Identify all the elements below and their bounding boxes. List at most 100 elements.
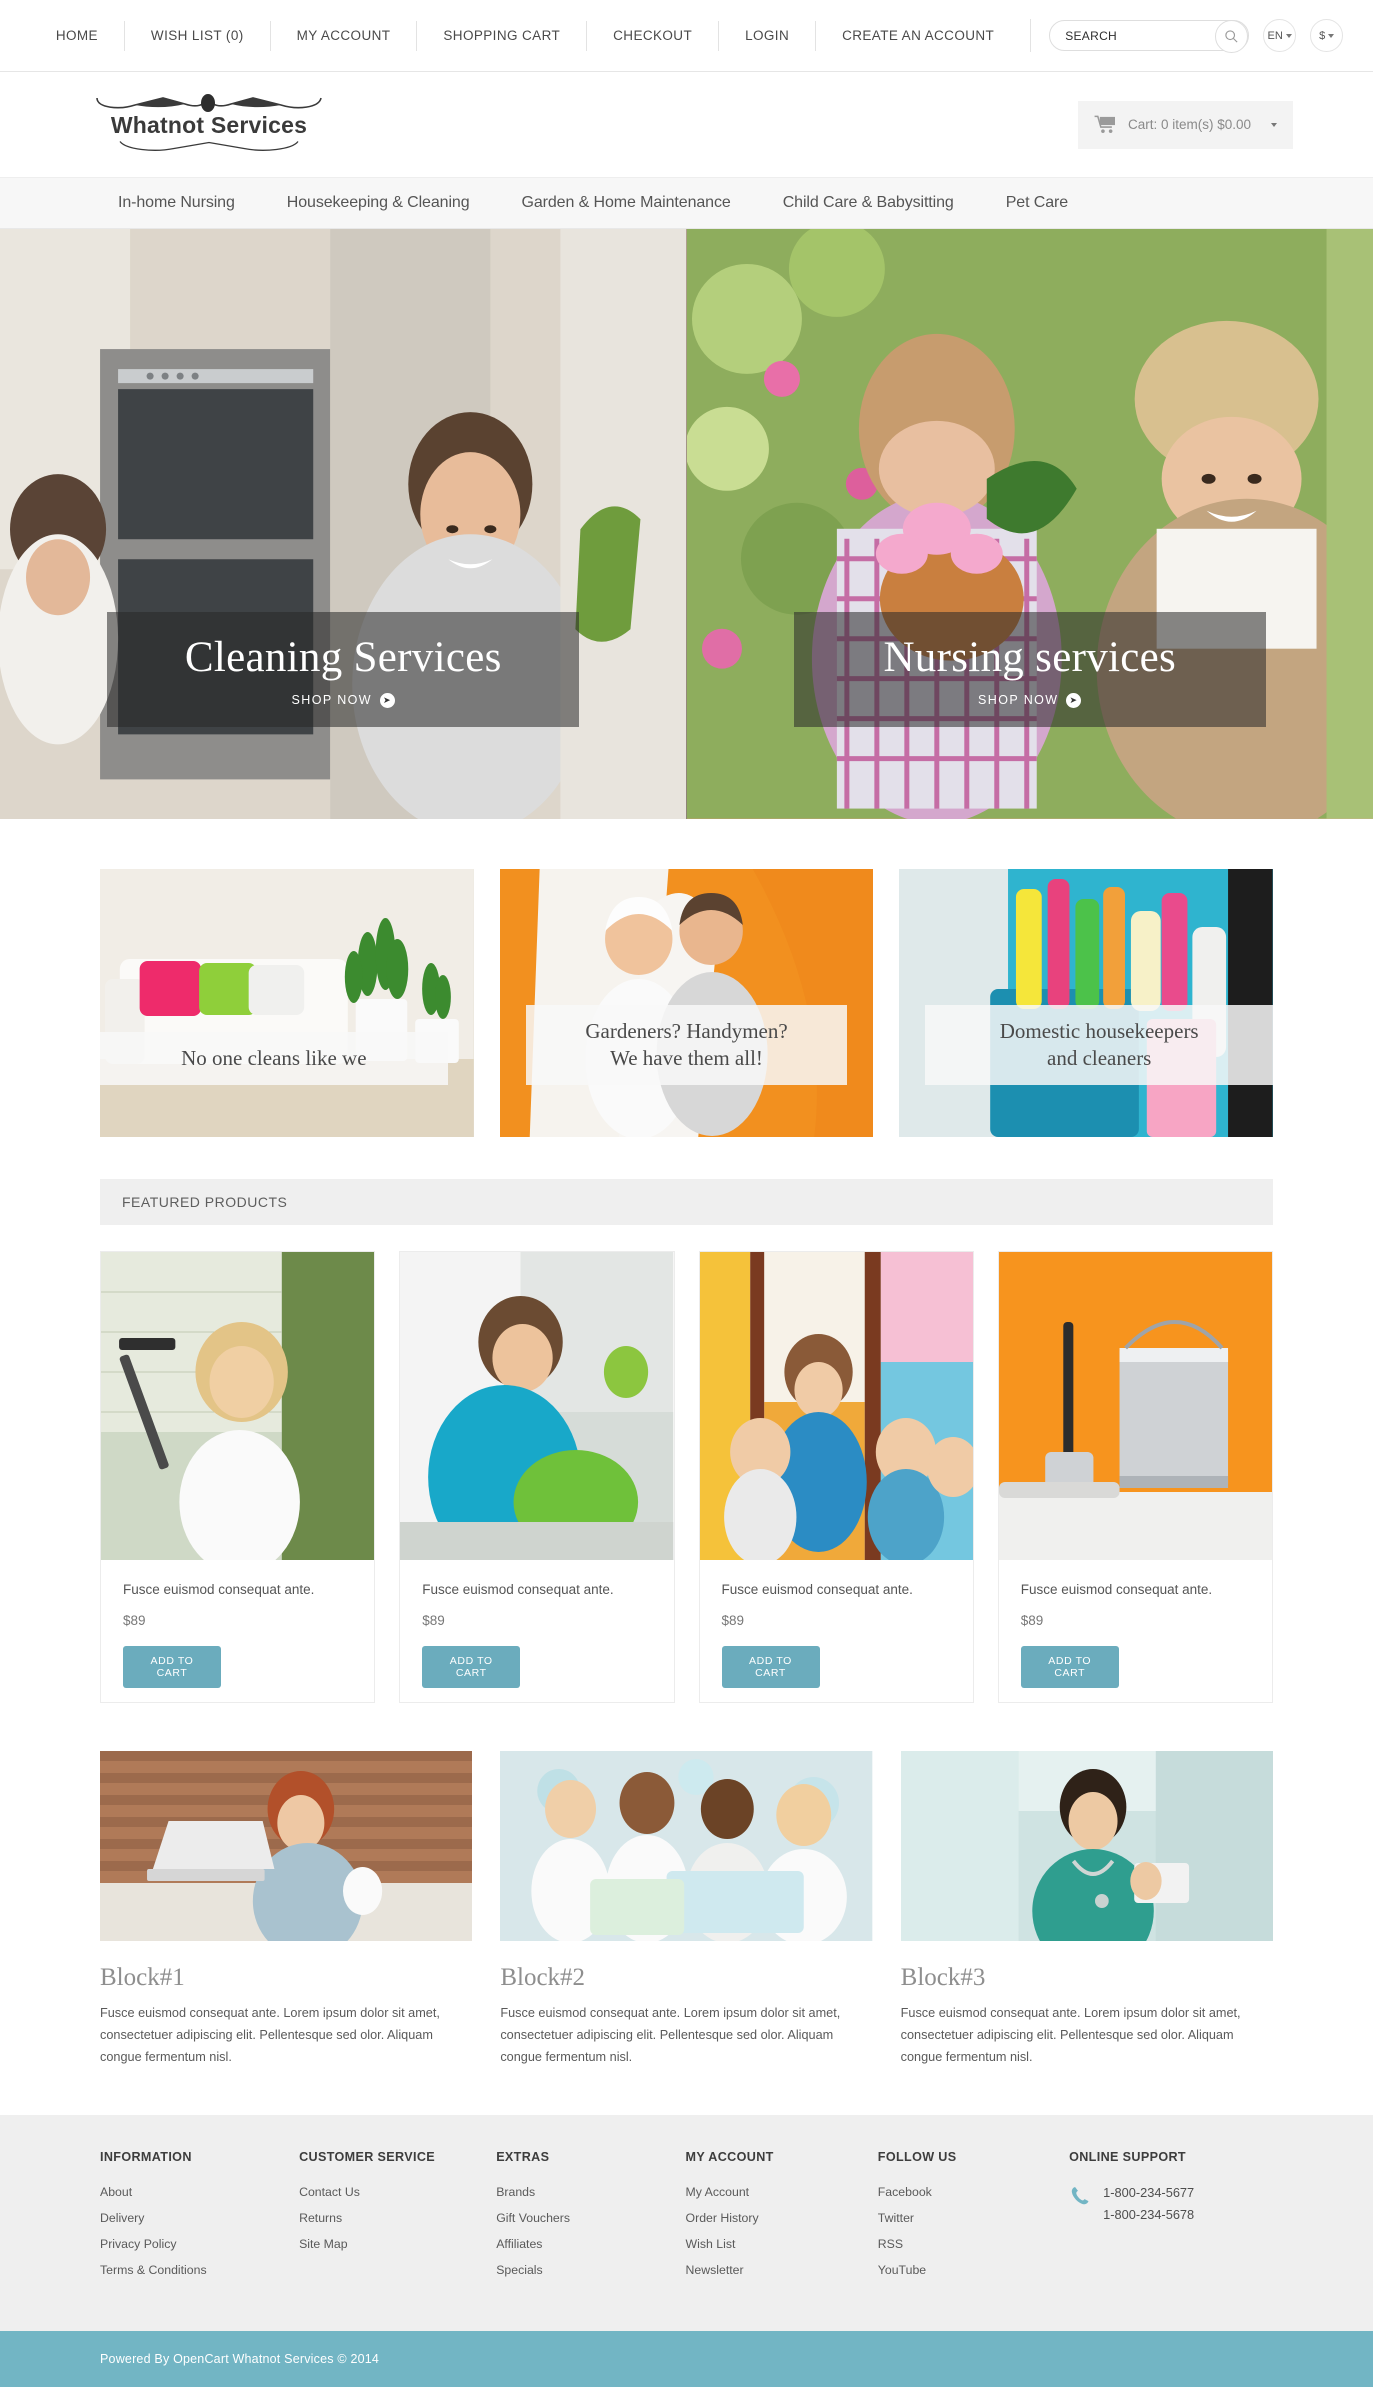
product-card[interactable]: Fusce euismod consequat ante. $89 ADD TO… — [997, 1251, 1273, 1703]
featured-products-heading: FEATURED PRODUCTS — [100, 1179, 1273, 1225]
hero-title-cleaning: Cleaning Services — [184, 634, 502, 682]
catnav-item-garden-home-maintenance[interactable]: Garden & Home Maintenance — [496, 194, 757, 212]
top-link-checkout[interactable]: CHECKOUT — [587, 20, 720, 51]
footer-link-about[interactable]: About — [100, 2185, 299, 2199]
promo-block-cleaning[interactable]: No one cleans like we — [100, 869, 474, 1137]
hero-shop-now-nursing[interactable]: SHOP NOW ➤ — [978, 692, 1082, 708]
footer-link-specials[interactable]: Specials — [496, 2263, 685, 2277]
arrow-right-icon: ➤ — [1066, 692, 1082, 708]
promo-label-cleaning: No one cleans like we — [100, 1032, 448, 1085]
promo-label-housekeepers: Domestic housekeepers and cleaners — [925, 1005, 1274, 1085]
search-box[interactable] — [1049, 20, 1250, 53]
promo-blocks: No one cleans like we Gardeners? Handyme… — [0, 819, 1373, 1137]
promo-block-housekeepers[interactable]: Domestic housekeepers and cleaners — [899, 869, 1274, 1137]
shopping-cart-icon — [1094, 115, 1115, 133]
footer-link-brands[interactable]: Brands — [496, 2185, 685, 2199]
add-to-cart-button[interactable]: ADD TO CART — [721, 1646, 820, 1688]
footer-link-facebook[interactable]: Facebook — [878, 2185, 1069, 2199]
hero-caption-nursing: Nursing services SHOP NOW ➤ — [793, 612, 1266, 727]
footer-link-newsletter[interactable]: Newsletter — [686, 2263, 878, 2277]
cart-button[interactable]: Cart: 0 item(s) $0.00 — [1078, 100, 1293, 149]
product-name: Fusce euismod consequat ante. — [1020, 1582, 1213, 1597]
content-block: Block#1 Fusce euismod consequat ante. Lo… — [100, 1751, 473, 2069]
add-to-cart-button[interactable]: ADD TO CART — [422, 1646, 521, 1688]
currency-selector[interactable]: $ — [1310, 19, 1344, 52]
promo-block-gardeners[interactable]: Gardeners? Handymen? We have them all! — [499, 869, 874, 1137]
top-link-wish-list[interactable]: WISH LIST (0) — [125, 20, 271, 51]
hero-title-nursing: Nursing services — [883, 634, 1177, 682]
top-right-controls: EN $ — [1030, 19, 1344, 53]
footer-link-twitter[interactable]: Twitter — [878, 2211, 1069, 2225]
catnav-item-housekeeping-cleaning[interactable]: Housekeeping & Cleaning — [261, 194, 496, 212]
add-to-cart-button[interactable]: ADD TO CART — [1020, 1646, 1119, 1688]
footer-column-online-support: ONLINE SUPPORT 1-800-234-5677 1-800-234-… — [1069, 2150, 1273, 2289]
top-link-create-account[interactable]: CREATE AN ACCOUNT — [816, 21, 1016, 51]
product-image-child-care — [699, 1252, 973, 1560]
top-link-home[interactable]: HOME — [30, 20, 125, 51]
promo-image-supplies — [899, 869, 1274, 1137]
catnav-item-in-home-nursing[interactable]: In-home Nursing — [92, 194, 261, 212]
content-blocks: Block#1 Fusce euismod consequat ante. Lo… — [0, 1703, 1373, 2069]
currency-label: $ — [1319, 29, 1326, 42]
catnav-item-child-care-babysitting[interactable]: Child Care & Babysitting — [757, 194, 980, 212]
footer-link-affiliates[interactable]: Affiliates — [496, 2237, 685, 2251]
flourish-ornament-icon — [96, 93, 322, 112]
footer-link-delivery[interactable]: Delivery — [100, 2211, 299, 2225]
chevron-down-icon — [1271, 122, 1277, 127]
product-price: $89 — [123, 1613, 146, 1628]
product-card[interactable]: Fusce euismod consequat ante. $89 ADD TO… — [100, 1251, 376, 1703]
hero-shop-now-cleaning[interactable]: SHOP NOW ➤ — [292, 692, 395, 708]
site-footer: INFORMATION About Delivery Privacy Polic… — [0, 2114, 1373, 2331]
hero-slide-cleaning[interactable]: Cleaning Services SHOP NOW ➤ — [0, 229, 687, 819]
product-price: $89 — [721, 1613, 745, 1628]
product-card[interactable]: Fusce euismod consequat ante. $89 ADD TO… — [399, 1251, 675, 1703]
search-icon — [1225, 30, 1238, 43]
footer-link-my-account[interactable]: My Account — [686, 2185, 878, 2199]
hero-slider: Cleaning Services SHOP NOW ➤ Nursing ser… — [0, 229, 1373, 819]
top-link-shopping-cart[interactable]: SHOPPING CART — [417, 20, 588, 51]
search-button[interactable] — [1215, 20, 1249, 53]
footer-heading: EXTRAS — [496, 2149, 550, 2164]
language-selector[interactable]: EN — [1263, 19, 1297, 52]
footer-link-order-history[interactable]: Order History — [686, 2211, 878, 2225]
footer-heading: CUSTOMER SERVICE — [299, 2149, 436, 2164]
add-to-cart-button[interactable]: ADD TO CART — [123, 1646, 221, 1688]
product-card[interactable]: Fusce euismod consequat ante. $89 ADD TO… — [698, 1251, 974, 1703]
page-root: HOME WISH LIST (0) MY ACCOUNT SHOPPING C… — [0, 0, 1373, 2387]
hero-image-nursing — [686, 229, 1373, 819]
logo[interactable]: Whatnot Services — [78, 93, 340, 156]
featured-products-grid: Fusce euismod consequat ante. $89 ADD TO… — [0, 1225, 1373, 1703]
logo-text: Whatnot Services — [110, 111, 308, 138]
promo-image-couple — [499, 869, 874, 1137]
hero-image-cleaning — [0, 229, 687, 819]
catnav-item-pet-care[interactable]: Pet Care — [980, 194, 1094, 212]
promo-label-gardeners: Gardeners? Handymen? We have them all! — [525, 1005, 848, 1085]
top-link-my-account[interactable]: MY ACCOUNT — [271, 20, 418, 51]
footer-link-contact-us[interactable]: Contact Us — [299, 2185, 496, 2199]
block-image-nurse — [900, 1751, 1273, 1973]
footer-link-gift-vouchers[interactable]: Gift Vouchers — [496, 2211, 685, 2225]
footer-column-information: INFORMATION About Delivery Privacy Polic… — [100, 2150, 299, 2289]
footer-link-site-map[interactable]: Site Map — [299, 2237, 496, 2251]
block-title: Block#3 — [900, 1964, 986, 1991]
footer-column-follow-us: FOLLOW US Facebook Twitter RSS YouTube — [878, 2150, 1069, 2289]
hero-slide-nursing[interactable]: Nursing services SHOP NOW ➤ — [686, 229, 1373, 819]
footer-link-privacy-policy[interactable]: Privacy Policy — [100, 2237, 299, 2251]
footer-link-youtube[interactable]: YouTube — [878, 2263, 1069, 2277]
product-name: Fusce euismod consequat ante. — [123, 1582, 315, 1597]
phone-icon — [1071, 2186, 1089, 2204]
product-image-window-cleaning — [101, 1252, 375, 1560]
block-body: Fusce euismod consequat ante. Lorem ipsu… — [500, 2006, 841, 2065]
footer-link-wish-list[interactable]: Wish List — [686, 2237, 878, 2251]
footer-link-rss[interactable]: RSS — [878, 2237, 1069, 2251]
top-link-login[interactable]: LOGIN — [719, 20, 817, 51]
product-price: $89 — [422, 1613, 445, 1628]
footer-link-terms-conditions[interactable]: Terms & Conditions — [100, 2263, 299, 2277]
category-nav: In-home Nursing Housekeeping & Cleaning … — [0, 177, 1373, 229]
language-label: EN — [1267, 29, 1283, 42]
footer-heading: INFORMATION — [100, 2149, 192, 2164]
footer-link-returns[interactable]: Returns — [299, 2211, 496, 2225]
footer-heading: MY ACCOUNT — [685, 2149, 774, 2164]
copyright-text: Powered By OpenCart Whatnot Services © 2… — [100, 2351, 380, 2366]
footer-heading: ONLINE SUPPORT — [1069, 2149, 1186, 2164]
